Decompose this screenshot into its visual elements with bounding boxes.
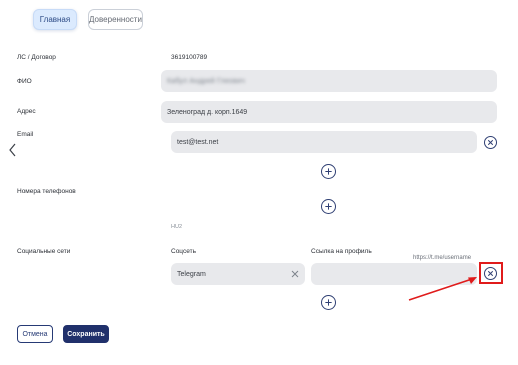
address-label: Адрес [17,108,36,115]
save-button[interactable]: Сохранить [63,325,109,343]
address-value: Зеленоград д. корп.1649 [167,108,248,116]
arrow-annotation-icon [408,277,477,301]
social-label: Социальные сети [17,248,71,255]
social-network-value: Telegram [177,270,206,278]
plus-icon [325,168,332,175]
remove-email-button[interactable] [484,136,497,149]
close-icon [487,139,494,146]
close-icon [291,270,298,277]
fio-label: ФИО [17,78,32,85]
phones-hint: HU2 [171,224,183,230]
email-value: test@test.net [177,138,219,146]
add-social-button[interactable] [321,295,336,310]
add-email-button[interactable] [321,164,336,179]
social-link-placeholder: https://t.me/username [413,255,472,261]
email-field[interactable]: test@test.net [171,131,477,153]
email-label: Email [17,131,34,138]
account-label: ЛС / Договор [17,54,56,61]
chevron-left-icon[interactable] [8,143,17,157]
social-link-header: Ссылка на профиль [311,248,372,255]
plus-icon [325,299,332,306]
tab-main[interactable]: Главная [33,9,77,30]
fio-value: Кабул Андрей Глеович [167,77,246,85]
tab-proxies[interactable]: Доверенности [88,9,143,30]
account-value: 3619100789 [171,54,208,61]
plus-icon [325,203,332,210]
add-phone-button[interactable] [321,199,336,214]
social-network-header: Соцсеть [171,248,196,255]
fio-field[interactable]: Кабул Андрей Глеович [161,70,497,92]
clear-network-button[interactable] [289,268,300,279]
social-network-select[interactable]: Telegram [171,263,305,285]
phones-label: Номера телефонов [17,188,76,195]
address-field[interactable]: Зеленоград д. корп.1649 [161,101,497,123]
cancel-button[interactable]: Отмена [17,325,53,343]
